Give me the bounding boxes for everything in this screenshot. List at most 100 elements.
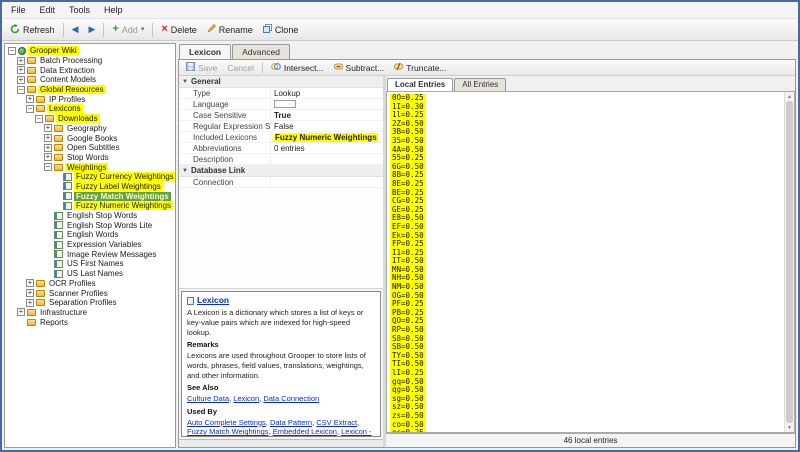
tree-item-english-stop-words[interactable]: English Stop Words [5, 211, 175, 221]
link-auto-complete-settings[interactable]: Auto Complete Settings [187, 418, 266, 427]
expand-icon[interactable]: + [26, 95, 34, 103]
property-row-connection[interactable]: Connection [179, 177, 383, 188]
property-row-type[interactable]: TypeLookup [179, 88, 383, 99]
property-row-included-lexicons[interactable]: Included LexiconsFuzzy Numeric Weighting… [179, 132, 383, 143]
cancel-button[interactable]: Cancel [222, 62, 258, 74]
collapse-icon[interactable]: − [44, 163, 52, 171]
tree-item-image-review-messages[interactable]: Image Review Messages [5, 249, 175, 259]
truncate-button[interactable]: Truncate... [389, 61, 451, 74]
delete-button[interactable]: × Delete [156, 22, 201, 37]
link-csv-extract[interactable]: CSV Extract [316, 418, 357, 427]
tree-item-open-subtitles[interactable]: +Open Subtitles [5, 143, 175, 153]
tree-item-downloads[interactable]: −Downloads [5, 114, 175, 124]
tree-item-fuzzy-match-weightings[interactable]: Fuzzy Match Weightings [5, 191, 175, 201]
lexicon-entry[interactable]: oc=0.25 [390, 429, 426, 432]
property-row-language[interactable]: Language [179, 99, 383, 110]
collapse-icon[interactable]: − [17, 86, 25, 94]
property-row-regular-expression-syntax[interactable]: Regular Expression SyntaxFalse [179, 121, 383, 132]
link-culture-data[interactable]: Culture Data [187, 394, 229, 403]
tree-item-global-resources[interactable]: −Global Resources [5, 85, 175, 95]
tree-item-expression-variables[interactable]: Expression Variables [5, 240, 175, 250]
save-button[interactable]: Save [181, 61, 222, 74]
menu-edit[interactable]: Edit [33, 3, 63, 17]
add-button[interactable]: + Add ▾ [107, 22, 149, 37]
back-button[interactable]: ◀ [67, 23, 84, 36]
tree-item-label: English Stop Words Lite [65, 221, 154, 230]
tree-item-english-stop-words-lite[interactable]: English Stop Words Lite [5, 220, 175, 230]
expand-icon[interactable]: + [44, 153, 52, 161]
collapse-triangle-icon[interactable]: ▼ [182, 168, 188, 174]
collapse-icon[interactable]: − [26, 105, 34, 113]
property-value[interactable]: Lookup [271, 89, 383, 98]
scroll-up-icon[interactable]: ▲ [785, 92, 794, 101]
property-row-abbreviations[interactable]: Abbreviations0 entries [179, 143, 383, 154]
help-title-link[interactable]: Lexicon [197, 295, 229, 306]
expand-icon[interactable]: + [26, 299, 34, 307]
property-value[interactable]: True [271, 111, 383, 120]
link-fuzzy-match-weightings[interactable]: Fuzzy Match Weightings [187, 427, 269, 436]
tree-item-lexicons[interactable]: −Lexicons [5, 104, 175, 114]
tab-advanced[interactable]: Advanced [232, 44, 290, 59]
tab-lexicon[interactable]: Lexicon [179, 44, 231, 59]
menu-file[interactable]: File [4, 3, 33, 17]
expand-icon[interactable]: + [17, 308, 25, 316]
tree-item-weightings[interactable]: −Weightings [5, 162, 175, 172]
value-editor-box[interactable] [274, 100, 296, 108]
property-row-description[interactable]: Description [179, 154, 383, 165]
collapse-triangle-icon[interactable]: ▼ [182, 79, 188, 85]
tree-item-reports[interactable]: Reports [5, 317, 175, 327]
tree-item-geography[interactable]: +Geography [5, 124, 175, 134]
property-value[interactable]: 0 entries [271, 144, 383, 153]
scroll-down-icon[interactable]: ▼ [785, 423, 794, 432]
link-lexicon[interactable]: Lexicon [233, 394, 259, 403]
link-data-pattern[interactable]: Data Pattern [270, 418, 312, 427]
tree-item-grooper-wiki[interactable]: −Grooper Wiki [5, 46, 175, 56]
tree-item-ocr-profiles[interactable]: +OCR Profiles [5, 279, 175, 289]
refresh-button[interactable]: Refresh [5, 22, 60, 38]
expand-icon[interactable]: + [44, 134, 52, 142]
property-category-general[interactable]: ▼General [179, 76, 383, 88]
tree-item-fuzzy-numeric-weightings[interactable]: Fuzzy Numeric Weightings [5, 201, 175, 211]
menu-help[interactable]: Help [97, 3, 130, 17]
expand-icon[interactable]: + [26, 289, 34, 297]
property-value[interactable]: False [271, 122, 383, 131]
tree-item-batch-processing[interactable]: +Batch Processing [5, 56, 175, 66]
tree-item-us-first-names[interactable]: US First Names [5, 259, 175, 269]
scrollbar-thumb[interactable] [786, 101, 793, 423]
expand-icon[interactable]: + [17, 57, 25, 65]
expand-icon[interactable]: + [26, 279, 34, 287]
tree-item-data-extraction[interactable]: +Data Extraction [5, 65, 175, 75]
tree-item-google-books[interactable]: +Google Books [5, 133, 175, 143]
collapse-icon[interactable]: − [8, 47, 16, 55]
property-value[interactable]: Fuzzy Numeric Weightings [271, 133, 383, 142]
tree-item-stop-words[interactable]: +Stop Words [5, 153, 175, 163]
entries-scrollbar[interactable]: ▲ ▼ [784, 92, 794, 432]
subtract-button[interactable]: Subtract... [329, 61, 390, 74]
menu-tools[interactable]: Tools [62, 3, 97, 17]
tree-item-content-models[interactable]: +Content Models [5, 75, 175, 85]
collapse-icon[interactable]: − [35, 115, 43, 123]
tree-item-fuzzy-currency-weightings[interactable]: Fuzzy Currency Weightings [5, 172, 175, 182]
tree-item-english-words[interactable]: English Words [5, 230, 175, 240]
intersect-button[interactable]: Intersect... [266, 61, 329, 74]
tree-item-us-last-names[interactable]: US Last Names [5, 269, 175, 279]
tab-all-entries[interactable]: All Entries [454, 78, 506, 91]
property-value[interactable] [271, 100, 383, 108]
link-data-connection[interactable]: Data Connection [263, 394, 319, 403]
clone-button[interactable]: Clone [258, 22, 304, 37]
expand-icon[interactable]: + [44, 124, 52, 132]
property-category-database-link[interactable]: ▼Database Link [179, 165, 383, 177]
tree-item-ip-profiles[interactable]: +IP Profiles [5, 94, 175, 104]
expand-icon[interactable]: + [17, 76, 25, 84]
property-row-case-sensitive[interactable]: Case SensitiveTrue [179, 110, 383, 121]
tree-item-fuzzy-label-weightings[interactable]: Fuzzy Label Weightings [5, 182, 175, 192]
forward-button[interactable]: ▶ [83, 23, 100, 36]
tree-item-infrastructure[interactable]: +Infrastructure [5, 308, 175, 318]
link-embedded-lexicon[interactable]: Embedded Lexicon [273, 427, 337, 436]
expand-icon[interactable]: + [17, 66, 25, 74]
rename-button[interactable]: Rename [202, 22, 258, 37]
tree-item-separation-profiles[interactable]: +Separation Profiles [5, 298, 175, 308]
expand-icon[interactable]: + [44, 144, 52, 152]
tree-item-scanner-profiles[interactable]: +Scanner Profiles [5, 288, 175, 298]
tab-local-entries[interactable]: Local Entries [387, 78, 453, 91]
